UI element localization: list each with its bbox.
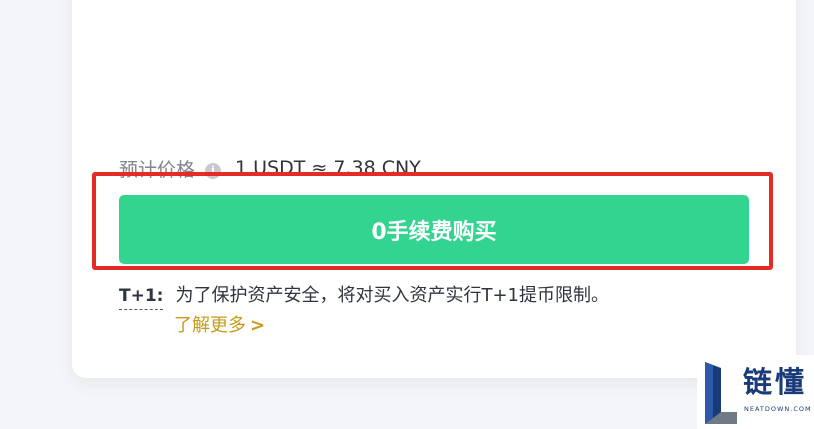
- estimated-price-row: 预计价格 i 1 USDT ≈ 7.38 CNY: [119, 154, 421, 182]
- watermark-title: 链懂: [743, 365, 808, 399]
- watermark-subtitle: NEATDOWN.COM: [744, 405, 812, 413]
- estimated-price-label: 预计价格: [119, 158, 196, 181]
- t1-notice-text: 为了保护资产安全，将对买入资产实行T+1提币限制。: [175, 285, 609, 306]
- info-icon[interactable]: i: [205, 163, 222, 179]
- t1-label[interactable]: T+1:: [119, 284, 164, 310]
- l-logo-icon: [705, 362, 737, 424]
- buy-button-label: 0手续费购买: [371, 219, 497, 245]
- watermark: 链懂 NEATDOWN.COM: [697, 355, 814, 429]
- learn-more-link[interactable]: 了解更多 >: [174, 314, 265, 338]
- t1-notice: T+1: 为了保护资产安全，将对买入资产实行T+1提币限制。: [119, 284, 609, 310]
- chevron-right-icon: >: [250, 315, 266, 336]
- estimated-price-value: 1 USDT ≈ 7.38 CNY: [235, 157, 421, 179]
- zero-fee-buy-button[interactable]: 0手续费购买: [119, 195, 749, 264]
- learn-more-label: 了解更多: [174, 315, 246, 336]
